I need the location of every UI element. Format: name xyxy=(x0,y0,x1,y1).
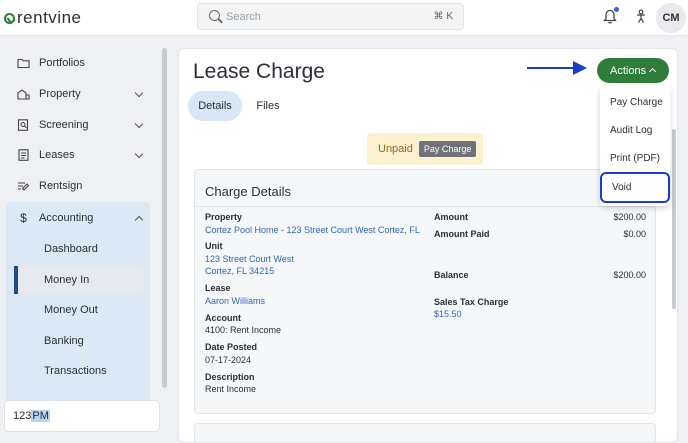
logo-text: rentvine xyxy=(17,8,82,27)
tab-files[interactable]: Files xyxy=(249,91,287,121)
lease-link[interactable]: Aaron Williams xyxy=(205,296,265,306)
menu-item-void[interactable]: Void xyxy=(600,172,670,203)
sidebar-item-accounting[interactable]: $ Accounting xyxy=(6,203,154,233)
search-input[interactable] xyxy=(226,8,406,26)
sidebar-item-rentsign[interactable]: Rentsign xyxy=(6,171,154,201)
chevron-down-icon xyxy=(134,88,144,98)
chevron-down-icon xyxy=(134,149,144,159)
amount-paid-label: Amount Paid xyxy=(434,229,490,239)
property-link[interactable]: Cortez Pool Home - 123 Street Court West… xyxy=(205,225,420,235)
pay-charge-badge-button[interactable]: Pay Charge xyxy=(418,141,477,157)
search-icon xyxy=(209,10,220,21)
description-value: Rent Income xyxy=(205,384,257,394)
time-input[interactable]: 123 PM xyxy=(4,400,160,432)
amount-paid-value: $0.00 xyxy=(623,229,646,239)
sidebar-subitem-money-in[interactable]: Money In xyxy=(14,266,143,294)
lease-label: Lease xyxy=(205,283,231,293)
amount-label: Amount xyxy=(434,212,468,222)
sidebar-item-screening[interactable]: Screening xyxy=(6,110,154,140)
balance-value: $200.00 xyxy=(613,270,646,280)
chevron-down-icon xyxy=(134,119,144,129)
chevron-up-icon xyxy=(648,67,657,76)
sidebar-item-label: Property xyxy=(39,88,81,100)
actions-button-label: Actions xyxy=(610,64,647,77)
sales-tax-label: Sales Tax Charge xyxy=(434,297,509,307)
notification-dot xyxy=(614,7,619,12)
annotation-arrow-icon xyxy=(573,61,587,75)
date-posted-label: Date Posted xyxy=(205,342,258,352)
sidebar-item-property[interactable]: Property xyxy=(6,79,154,109)
rentvine-logo[interactable]: rentvine xyxy=(4,8,81,28)
divider xyxy=(196,206,654,207)
card-title: Charge Details xyxy=(205,184,291,199)
status-label: Unpaid xyxy=(378,143,413,155)
sidebar-subitem-transactions[interactable]: Transactions xyxy=(14,357,143,385)
main-scrollbar[interactable] xyxy=(672,129,676,309)
page-title: Lease Charge xyxy=(193,60,325,83)
sign-icon xyxy=(18,182,30,191)
unit-link-line2[interactable]: Cortez, FL 34215 xyxy=(205,266,274,276)
sidebar-item-label: Rentsign xyxy=(39,180,83,192)
sidebar-item-label: Screening xyxy=(39,119,89,131)
sidebar: Portfolios Property Screening Leases Ren… xyxy=(0,37,170,443)
description-label: Description xyxy=(205,372,255,382)
top-bar: rentvine ⌘ K CM xyxy=(0,0,688,36)
menu-item-print-pdf[interactable]: Print (PDF) xyxy=(600,144,670,172)
balance-label: Balance xyxy=(434,270,469,280)
next-section-card xyxy=(194,423,656,442)
search-shortcut: ⌘ K xyxy=(433,11,453,22)
amount-value: $200.00 xyxy=(613,212,646,222)
sales-tax-link[interactable]: $15.50 xyxy=(434,309,462,319)
screening-icon xyxy=(17,119,29,131)
sidebar-item-portfolios[interactable]: Portfolios xyxy=(6,48,154,78)
sidebar-item-leases[interactable]: Leases xyxy=(6,140,154,170)
sidebar-item-label: Accounting xyxy=(39,212,94,224)
folder-icon xyxy=(17,58,30,69)
actions-dropdown-menu: Pay Charge Audit Log Print (PDF) Void xyxy=(600,86,670,206)
sidebar-subitem-money-out[interactable]: Money Out xyxy=(14,296,143,324)
annotation-arrow-line xyxy=(527,67,575,69)
sidebar-item-label: Leases xyxy=(39,149,75,161)
user-avatar[interactable]: CM xyxy=(656,3,686,33)
actions-button[interactable]: Actions xyxy=(597,58,669,83)
sidebar-subitem-banking[interactable]: Banking xyxy=(14,327,143,355)
status-banner: Unpaid Pay Charge xyxy=(367,133,483,165)
charge-details-card: Charge Details Property Cortez Pool Home… xyxy=(194,169,656,414)
sidebar-scrollbar[interactable] xyxy=(162,48,167,388)
logo-icon xyxy=(4,12,15,24)
lease-icon xyxy=(18,149,29,161)
unit-label: Unit xyxy=(205,241,223,251)
time-selected-text: PM xyxy=(31,410,50,422)
property-label: Property xyxy=(205,212,243,222)
sidebar-item-label: Portfolios xyxy=(39,57,85,69)
date-posted-value: 07-17-2024 xyxy=(205,355,252,365)
menu-item-audit-log[interactable]: Audit Log xyxy=(600,116,670,144)
time-prefix: 123 xyxy=(13,410,32,422)
menu-item-pay-charge[interactable]: Pay Charge xyxy=(600,88,670,116)
tab-details[interactable]: Details xyxy=(188,91,242,121)
account-value: 4100: Rent Income xyxy=(205,325,282,335)
accessibility-icon[interactable] xyxy=(634,9,648,24)
property-icon xyxy=(17,89,30,100)
unit-link-line1[interactable]: 123 Street Court West xyxy=(205,254,294,264)
sidebar-subitem-dashboard[interactable]: Dashboard xyxy=(14,235,143,263)
chevron-up-icon xyxy=(134,215,144,225)
account-label: Account xyxy=(205,313,241,323)
global-search[interactable]: ⌘ K xyxy=(197,3,464,30)
dollar-icon: $ xyxy=(20,211,27,225)
